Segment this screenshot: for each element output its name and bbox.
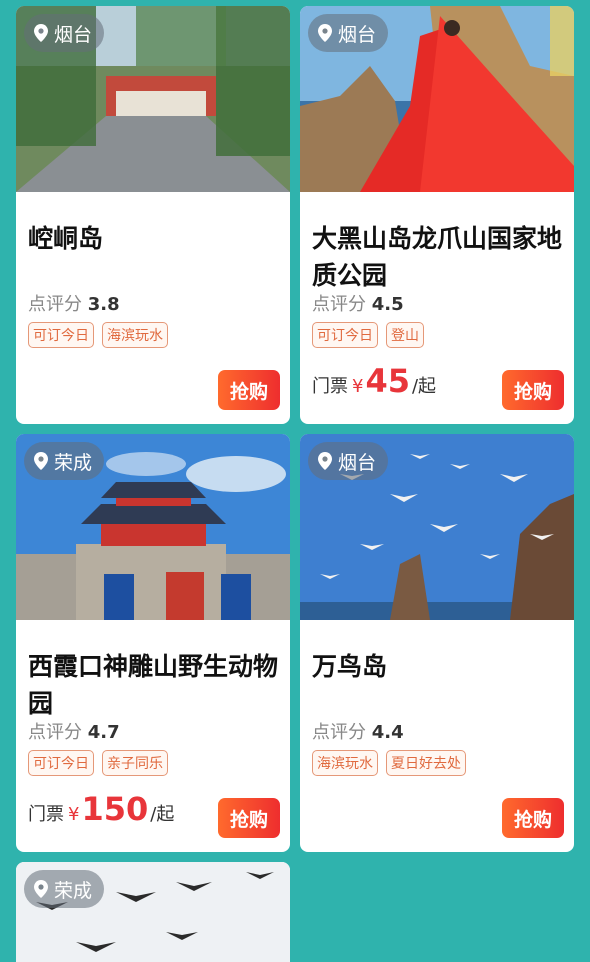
price-value: 150	[81, 790, 149, 828]
ticket-price: 门票 ¥ 150 /起	[28, 790, 174, 828]
attraction-card[interactable]: 烟台 大黑山岛龙爪山国家地质公园 点评分 4.5 可订今日 登山 门票 ¥ 45…	[300, 6, 574, 424]
attraction-card[interactable]: 荣成 西霞口神雕山野生动物园 点评分 4.7 可订今日 亲子同乐 门票 ¥ 15…	[16, 434, 290, 852]
location-badge: 烟台	[308, 14, 389, 52]
rating: 点评分 4.5	[312, 290, 404, 316]
attraction-photo: 烟台	[300, 6, 574, 192]
location-pin-icon	[318, 24, 332, 42]
tag: 亲子同乐	[102, 750, 168, 776]
rating-label: 点评分	[28, 722, 82, 743]
location-label: 烟台	[54, 23, 93, 46]
buy-button[interactable]: 抢购	[502, 798, 564, 838]
tag-list: 可订今日 亲子同乐	[28, 750, 168, 776]
attraction-photo: 荣成	[16, 434, 290, 620]
price-currency: ¥	[352, 376, 364, 397]
ticket-price: 门票 ¥ 45 /起	[312, 362, 436, 400]
location-pin-icon	[34, 880, 48, 898]
price-prefix: 门票	[28, 804, 64, 825]
location-label: 荣成	[54, 451, 93, 474]
price-suffix: /起	[150, 804, 175, 825]
tag: 海滨玩水	[312, 750, 378, 776]
attraction-title: 西霞口神雕山野生动物园	[28, 652, 279, 718]
tag: 登山	[386, 322, 424, 348]
tag: 海滨玩水	[102, 322, 168, 348]
rating-value: 4.4	[371, 722, 404, 743]
tag: 可订今日	[28, 750, 94, 776]
rating: 点评分 4.4	[312, 718, 404, 744]
location-label: 荣成	[54, 879, 93, 902]
tag-list: 可订今日 海滨玩水	[28, 322, 168, 348]
tag: 可订今日	[28, 322, 94, 348]
attraction-card[interactable]: 荣成	[16, 862, 290, 962]
attraction-photo: 烟台	[300, 434, 574, 620]
buy-button[interactable]: 抢购	[502, 370, 564, 410]
rating: 点评分 4.7	[28, 718, 120, 744]
attraction-photo: 烟台	[16, 6, 290, 192]
location-badge: 烟台	[24, 14, 105, 52]
attraction-card[interactable]: 烟台 崆峒岛 点评分 3.8 可订今日 海滨玩水 抢购	[16, 6, 290, 424]
rating-value: 4.5	[371, 294, 404, 315]
price-value: 45	[365, 362, 410, 400]
tag-list: 海滨玩水 夏日好去处	[312, 750, 466, 776]
rating: 点评分 3.8	[28, 290, 120, 316]
location-badge: 荣成	[24, 870, 105, 908]
rating-label: 点评分	[312, 294, 366, 315]
rating-value: 3.8	[87, 294, 120, 315]
attraction-photo: 荣成	[16, 862, 290, 962]
attraction-title: 万鸟岛	[312, 652, 388, 681]
attraction-card[interactable]: 烟台 万鸟岛 点评分 4.4 海滨玩水 夏日好去处 抢购	[300, 434, 574, 852]
tag: 可订今日	[312, 322, 378, 348]
buy-button[interactable]: 抢购	[218, 798, 280, 838]
rating-value: 4.7	[87, 722, 120, 743]
attraction-title: 大黑山岛龙爪山国家地质公园	[312, 224, 563, 290]
location-label: 烟台	[338, 23, 377, 46]
price-suffix: /起	[411, 376, 437, 397]
buy-button[interactable]: 抢购	[218, 370, 280, 410]
location-badge: 烟台	[308, 442, 389, 480]
price-prefix: 门票	[312, 376, 348, 397]
location-label: 烟台	[338, 451, 377, 474]
tag-list: 可订今日 登山	[312, 322, 424, 348]
attraction-title: 崆峒岛	[28, 224, 104, 253]
location-pin-icon	[318, 452, 332, 470]
tag: 夏日好去处	[386, 750, 466, 776]
location-pin-icon	[34, 24, 48, 42]
price-currency: ¥	[68, 804, 80, 825]
location-pin-icon	[34, 452, 48, 470]
location-badge: 荣成	[24, 442, 105, 480]
rating-label: 点评分	[312, 722, 366, 743]
rating-label: 点评分	[28, 294, 82, 315]
